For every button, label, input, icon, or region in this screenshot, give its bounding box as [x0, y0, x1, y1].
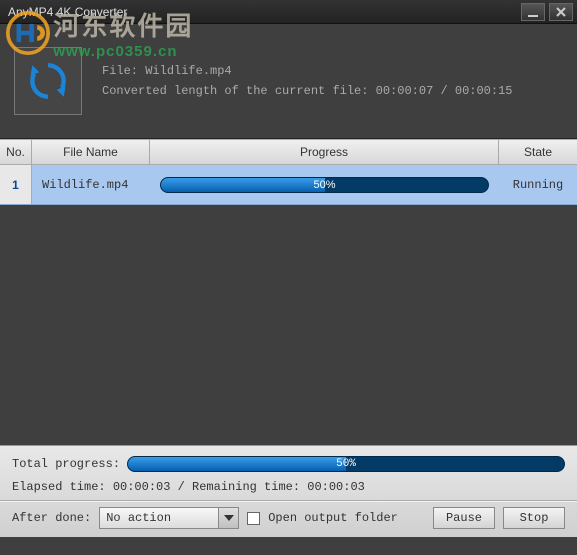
table-row[interactable]: 1 Wildlife.mp4 50% Running: [0, 165, 577, 205]
stop-button[interactable]: Stop: [503, 507, 565, 529]
close-button[interactable]: [549, 3, 573, 21]
dropdown-arrow-icon: [218, 508, 238, 528]
table-body: 1 Wildlife.mp4 50% Running: [0, 165, 577, 445]
row-state: Running: [499, 165, 577, 204]
time-info: Elapsed time: 00:00:03 / Remaining time:…: [12, 480, 565, 494]
row-progress-label: 50%: [161, 178, 488, 192]
table-header: No. File Name Progress State: [0, 139, 577, 165]
after-done-value: No action: [106, 511, 171, 525]
title-bar: AnyMP4 4K Converter: [0, 0, 577, 24]
col-header-progress: Progress: [150, 140, 499, 164]
file-info-panel: File: Wildlife.mp4 Converted length of t…: [0, 24, 577, 139]
open-output-folder-label: Open output folder: [268, 511, 398, 525]
file-label: File:: [102, 64, 145, 78]
after-done-select[interactable]: No action: [99, 507, 239, 529]
row-number: 1: [0, 165, 32, 204]
minimize-button[interactable]: [521, 3, 545, 21]
current-file-name: Wildlife.mp4: [145, 64, 231, 78]
total-progress-percent: 50%: [128, 457, 564, 471]
conversion-spinner: [14, 47, 82, 115]
after-done-label: After done:: [12, 511, 91, 525]
col-header-no: No.: [0, 140, 32, 164]
bottom-panel: Total progress: 50% Elapsed time: 00:00:…: [0, 445, 577, 537]
total-progress-label: Total progress:: [12, 457, 127, 471]
col-header-filename: File Name: [32, 140, 150, 164]
row-filename: Wildlife.mp4: [32, 165, 150, 204]
row-progress-bar: 50%: [160, 177, 489, 193]
converted-total: 00:00:15: [455, 84, 513, 98]
converted-length-label: Converted length of the current file:: [102, 84, 376, 98]
converted-elapsed: 00:00:07: [376, 84, 434, 98]
open-output-folder-checkbox[interactable]: [247, 512, 260, 525]
window-title: AnyMP4 4K Converter: [8, 5, 517, 19]
total-progress-bar: 50%: [127, 456, 565, 472]
col-header-state: State: [499, 140, 577, 164]
pause-button[interactable]: Pause: [433, 507, 495, 529]
divider: [0, 500, 577, 501]
